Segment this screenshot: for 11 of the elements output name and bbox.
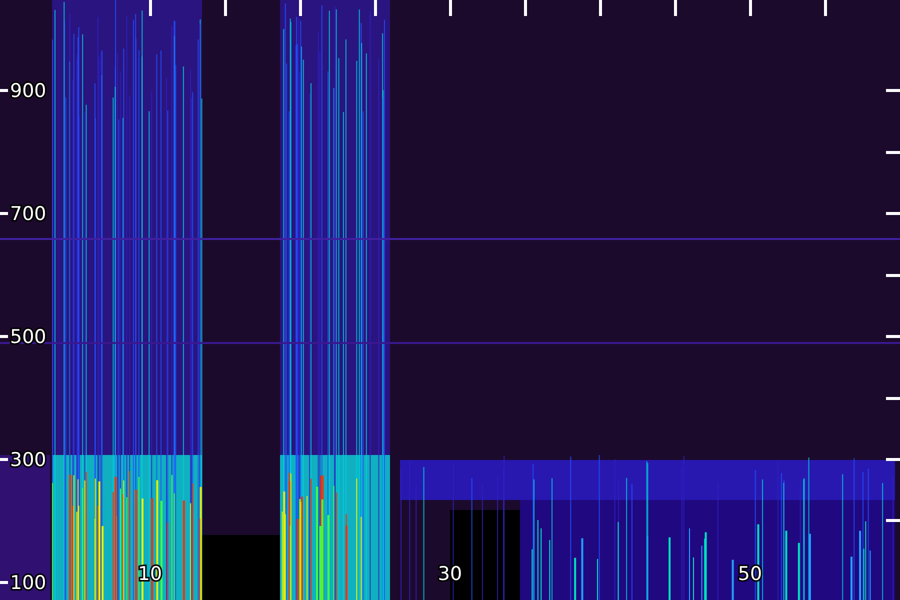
- y-axis-label: 100: [10, 572, 46, 594]
- y-axis-label: 500: [10, 326, 46, 348]
- y-axis-label: 300: [10, 449, 46, 471]
- tick-mark: [0, 212, 8, 215]
- tick-mark: [0, 89, 8, 92]
- tick-mark: [0, 581, 8, 584]
- y-axis-label: 700: [10, 203, 46, 225]
- y-axis-label: 900: [10, 80, 46, 102]
- tick-mark: [0, 458, 8, 461]
- tick-mark: [0, 335, 8, 338]
- x-axis-label: 30: [438, 563, 462, 585]
